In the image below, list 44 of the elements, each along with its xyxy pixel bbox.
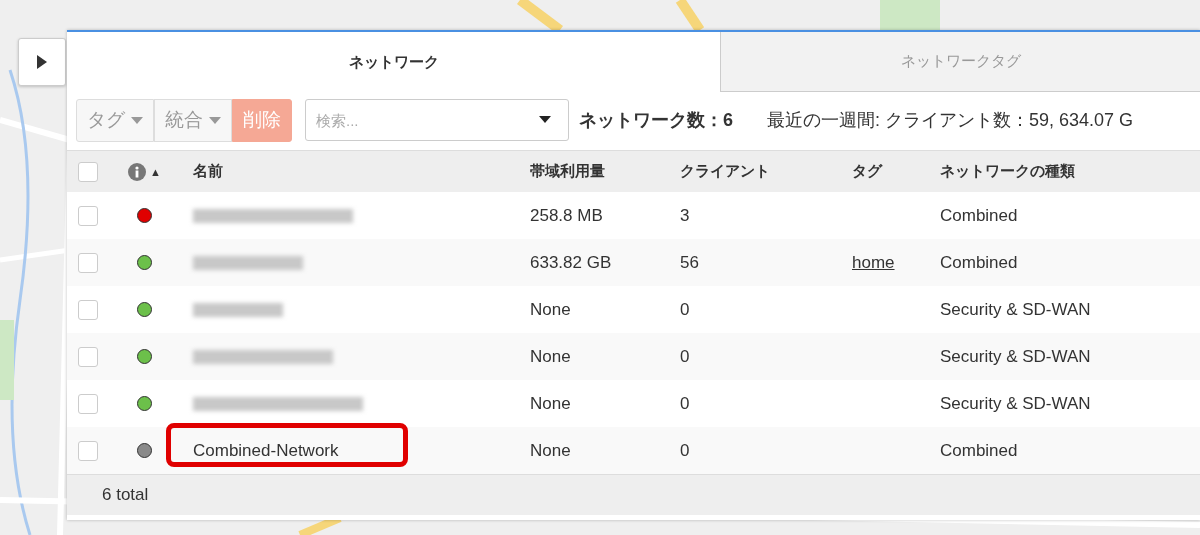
checkbox[interactable] <box>78 205 98 226</box>
checkbox[interactable] <box>78 440 98 461</box>
table-cell: Security & SD-WAN <box>940 346 1091 366</box>
table-cell: None <box>530 440 571 460</box>
table-cell: 633.82 GB <box>530 252 612 272</box>
checkbox[interactable] <box>78 346 98 367</box>
network-name[interactable]: Combined-Network <box>193 440 339 461</box>
sidebar-toggle-button[interactable] <box>18 38 66 86</box>
column-header[interactable]: クライアント <box>680 162 770 179</box>
network-count: ネットワーク数：6 <box>579 109 733 132</box>
table-cell: 3 <box>680 205 690 225</box>
checkbox[interactable] <box>78 252 98 273</box>
table-cell: 56 <box>680 252 699 272</box>
tab[interactable]: ネットワーク <box>67 32 720 92</box>
play-icon <box>37 55 47 69</box>
table-cell: 0 <box>680 299 690 319</box>
search-field[interactable]: 検索... <box>305 99 569 141</box>
table-cell: 0 <box>680 346 690 366</box>
column-header[interactable]: 帯域利用量 <box>530 162 605 179</box>
caret-icon <box>209 116 221 124</box>
dropdown-caret-icon <box>539 116 551 123</box>
checkbox[interactable] <box>78 161 98 182</box>
tag-link[interactable]: home <box>852 252 895 272</box>
column-header[interactable]: ネットワークの種類 <box>940 162 1075 179</box>
table-cell: None <box>530 393 571 413</box>
table-cell: Combined <box>940 440 1018 460</box>
checkbox[interactable] <box>78 393 98 414</box>
table-cell: 258.8 MB <box>530 205 603 225</box>
total-count: 6 total <box>102 485 149 505</box>
checkbox[interactable] <box>78 299 98 320</box>
column-header[interactable]: タグ <box>852 162 882 179</box>
table-cell: Combined <box>940 252 1018 272</box>
column-header[interactable]: 名前 <box>193 162 223 181</box>
table-cell: None <box>530 299 571 319</box>
info-icon <box>128 162 147 181</box>
table-cell: 0 <box>680 393 690 413</box>
caret-icon <box>131 116 143 124</box>
sort-indicator[interactable]: ▲ <box>150 165 161 178</box>
summary-text: 最近の一週間: クライアント数：59, 634.07 G <box>767 109 1134 132</box>
table-cell: Security & SD-WAN <box>940 299 1091 319</box>
table-cell: None <box>530 346 571 366</box>
table-cell: 0 <box>680 440 690 460</box>
table-cell: Security & SD-WAN <box>940 393 1091 413</box>
table-cell: Combined <box>940 205 1018 225</box>
